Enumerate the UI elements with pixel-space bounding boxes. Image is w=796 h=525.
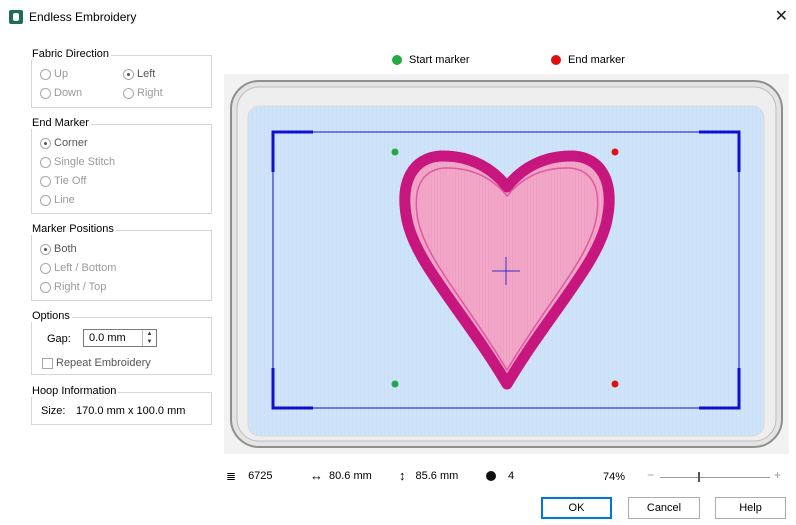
radio-left-icon [123,68,134,80]
radio-line-icon [40,194,51,206]
hoop-size-value: 170.0 mm x 100.0 mm [76,405,186,417]
radio-right-top[interactable]: Right / Top [40,281,106,293]
stitch-count-value: 6725 [248,470,273,482]
fabric-direction-group: Fabric Direction Up Left Down Right [30,48,212,108]
end-marker-group: End Marker Corner Single Stitch Tie Off … [30,117,212,214]
start-marker-label: Start marker [409,54,470,66]
status-bar: ≣ 6725 ↔ 80.6 mm ↕ 85.6 mm 4 74% − + [224,468,789,486]
radio-both-icon [40,243,51,255]
radio-corner-icon [40,137,51,149]
radio-left-bottom[interactable]: Left / Bottom [40,262,116,274]
radio-down[interactable]: Down [40,87,82,99]
hoop-info-label: Hoop Information [30,385,119,397]
hoop-info-group: Hoop Information Size: 170.0 mm x 100.0 … [30,385,212,425]
ok-button[interactable]: OK [541,497,612,519]
radio-tie-off-icon [40,175,51,187]
zoom-value: 74% [603,471,626,483]
width-arrow-icon: ↔ [310,468,323,483]
options-label: Options [30,310,72,322]
start-marker-legend: Start marker [392,54,470,66]
radio-up[interactable]: Up [40,68,68,80]
radio-down-icon [40,87,51,99]
color-count-value: 4 [508,470,515,482]
radio-up-label: Up [54,68,69,80]
start-marker-dot [392,55,402,65]
zoom-in-icon[interactable]: + [774,468,781,482]
radio-right-top-label: Right / Top [54,281,107,293]
radio-single-stitch[interactable]: Single Stitch [40,156,115,168]
radio-both[interactable]: Both [40,243,77,255]
end-marker-bottom [611,380,619,388]
radio-right-top-icon [40,281,51,293]
repeat-label: Repeat Embroidery [56,357,151,369]
color-count: 4 [486,470,514,482]
radio-down-label: Down [54,87,83,99]
gap-stepper[interactable]: ▲ ▼ [142,330,156,346]
gap-field[interactable]: 0.0 mm ▲ ▼ [83,329,157,347]
stitch-count: ≣ 6725 [226,470,273,482]
palette-icon [486,471,496,481]
radio-both-label: Both [54,243,77,255]
fabric-direction-label: Fabric Direction [30,48,112,60]
height-arrow-icon: ↕ [399,468,406,483]
close-icon[interactable]: ✕ [775,6,788,26]
embroidery-preview[interactable] [224,74,789,454]
options-group: Options Gap: 0.0 mm ▲ ▼ Repeat Embroidery [30,310,212,375]
radio-left[interactable]: Left [123,68,155,80]
end-marker-top [611,148,619,156]
design-height-value: 85.6 mm [415,470,459,482]
radio-right-label: Right [137,87,163,99]
radio-left-bottom-icon [40,262,51,274]
design-height: ↕ 85.6 mm [399,468,459,483]
title-bar: Endless Embroidery ✕ [0,0,796,34]
design-width: ↔ 80.6 mm [310,468,372,483]
radio-single-stitch-label: Single Stitch [54,156,116,168]
repeat-checkbox-box [42,357,53,369]
help-button[interactable]: Help [715,497,786,519]
radio-corner-label: Corner [54,137,88,149]
radio-left-bottom-label: Left / Bottom [54,262,117,274]
zoom-slider-thumb[interactable] [698,472,700,482]
window-title: Endless Embroidery [29,10,137,24]
end-marker-label: End Marker [30,117,91,129]
marker-positions-label: Marker Positions [30,223,116,235]
zoom-out-icon[interactable]: − [647,468,654,482]
design-width-value: 80.6 mm [329,470,372,482]
radio-right[interactable]: Right [123,87,163,99]
end-marker-dot [551,55,561,65]
gap-value: 0.0 mm [89,332,126,344]
repeat-embroidery-checkbox[interactable]: Repeat Embroidery [42,357,151,369]
start-marker-bottom [391,380,399,388]
radio-corner[interactable]: Corner [40,137,88,149]
radio-left-label: Left [137,68,156,80]
radio-up-icon [40,68,51,80]
radio-single-stitch-icon [40,156,51,168]
marker-positions-group: Marker Positions Both Left / Bottom Righ… [30,223,212,301]
radio-right-icon [123,87,134,99]
gap-label: Gap: [47,333,71,345]
radio-line[interactable]: Line [40,194,75,206]
app-icon [9,10,23,24]
end-marker-legend: End marker [551,54,625,66]
radio-tie-off[interactable]: Tie Off [40,175,86,187]
radio-line-label: Line [54,194,75,206]
start-marker-top [391,148,399,156]
radio-tie-off-label: Tie Off [54,175,87,187]
zoom-slider[interactable] [660,472,770,482]
stitch-icon: ≣ [226,469,237,483]
hoop-preview-svg [230,80,783,448]
cancel-button[interactable]: Cancel [628,497,700,519]
hoop-size-label: Size: [41,405,66,417]
end-marker-legend-label: End marker [568,54,625,66]
